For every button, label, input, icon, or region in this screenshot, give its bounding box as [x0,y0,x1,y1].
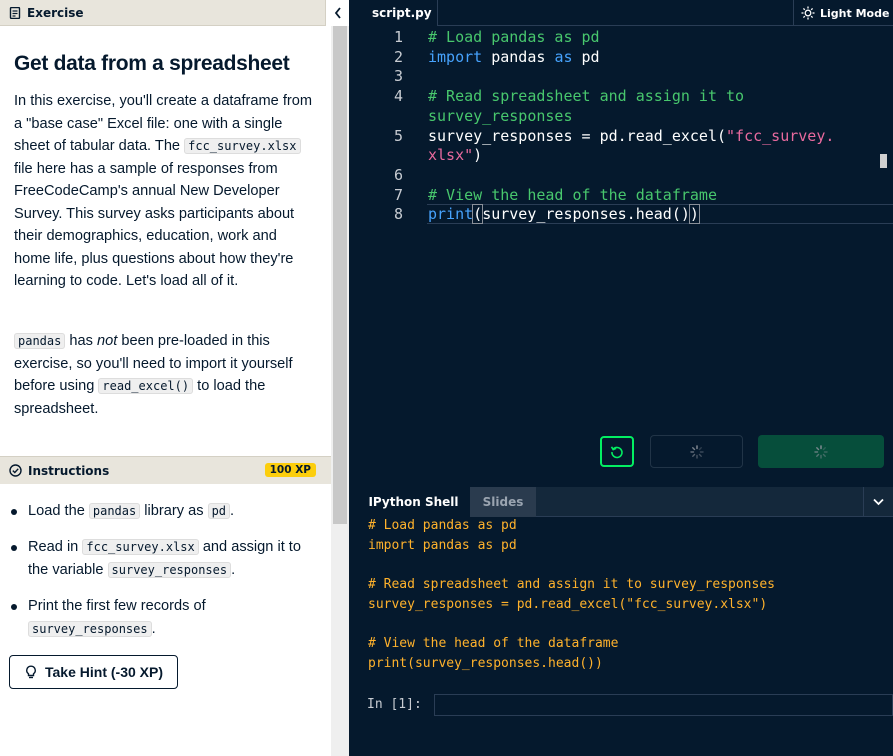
collapse-panel-button[interactable] [325,0,349,26]
console-input[interactable] [434,694,893,716]
console-tabbar: IPython Shell Slides [357,487,893,517]
bullet-dot [11,604,17,610]
instruction-item: Read in fcc_survey.xlsx and assign it to… [10,536,325,582]
code-editor[interactable] [357,0,893,481]
code-line-7: # View the head of the dataframe [428,185,717,204]
console-output-line: survey_responses = pd.read_excel("fcc_su… [368,597,768,612]
console-output-line: # Load pandas as pd [368,518,517,533]
tab-script-py[interactable]: script.py [357,0,438,26]
code-line-4-wrap: survey_responses [428,106,573,125]
inline-code: survey_responses [28,621,152,637]
console-output-line: # Read spreadsheet and assign it to surv… [368,577,775,592]
inline-code: fcc_survey.xlsx [184,138,301,154]
reset-button[interactable] [600,436,634,467]
code-line-1: # Load pandas as pd [428,28,600,46]
line-number: 3 [393,67,403,86]
editor-tabbar: script.py Light Mode [357,0,893,26]
console-prompt: In [1]: [367,697,422,712]
line-number: 4 [393,87,403,106]
instruction-item: Load the pandas library as pd. [10,500,325,523]
inline-code: pandas [14,333,66,349]
check-circle-icon [9,464,22,477]
line-number: 2 [393,47,403,66]
inline-code: pd [207,503,231,519]
bullet-dot [11,545,17,551]
reset-icon [610,445,623,458]
chevron-down-icon [873,498,884,506]
exercise-header: Exercise [0,0,331,26]
take-hint-label: Take Hint (-30 XP) [45,664,163,680]
tab-slides[interactable]: Slides [470,487,536,517]
line-number: 6 [393,166,403,184]
bullet-dot [11,509,17,515]
exercise-note: pandas has not been pre-loaded in this e… [14,333,293,417]
exercise-title: Get data from a spreadsheet [14,52,290,75]
line-number: 8 [393,205,403,224]
line-number: 5 [393,126,403,145]
line-number: 7 [393,185,403,204]
code-line-5-wrap: xlsx") [428,146,483,165]
inline-code: survey_responses [107,562,232,578]
line-number: 1 [393,28,403,46]
take-hint-button[interactable]: Take Hint (-30 XP) [9,655,178,689]
code-line-4: # Read spreadsheet and assign it to [428,87,745,106]
light-mode-label: Light Mode [820,6,890,20]
instructions-list: Load the pandas library as pd. Read in f… [10,500,325,654]
code-line-8: print(survey_responses.head()) [428,204,700,225]
console-output-line: # View the head of the dataframe [368,636,619,651]
code-line-5: survey_responses = pd.read_excel("fcc_su… [428,126,835,145]
inline-code: fcc_survey.xlsx [82,539,199,555]
instruction-item: Print the first few records of survey_re… [10,595,325,641]
code-line-2: import pandas as pd [428,47,600,66]
sun-icon [801,6,815,20]
console-collapse-button[interactable] [863,487,893,517]
instructions-header: Instructions 100 XP [0,456,331,484]
console-output-line: print(survey_responses.head()) [368,656,603,671]
tab-ipython-shell[interactable]: IPython Shell [357,487,470,517]
run-code-button[interactable] [650,435,743,468]
xp-badge: 100 XP [264,463,316,477]
exercise-label: Exercise [27,5,84,20]
console-output-line: import pandas as pd [368,538,517,553]
chevron-left-icon [334,7,341,19]
lightbulb-icon [26,665,36,679]
document-icon [9,6,21,19]
loading-spinner-icon [689,444,704,459]
editor-scrollbar[interactable] [880,154,887,168]
inline-code: read_excel() [98,378,194,394]
light-mode-toggle[interactable]: Light Mode [793,0,893,26]
exercise-description: In this exercise, you'll create a datafr… [14,93,313,289]
submit-answer-button[interactable] [758,435,884,468]
loading-spinner-icon [814,444,828,459]
instructions-label: Instructions [28,463,110,478]
inline-code: pandas [88,503,141,519]
panel-scrollbar-thumb[interactable] [333,26,347,524]
